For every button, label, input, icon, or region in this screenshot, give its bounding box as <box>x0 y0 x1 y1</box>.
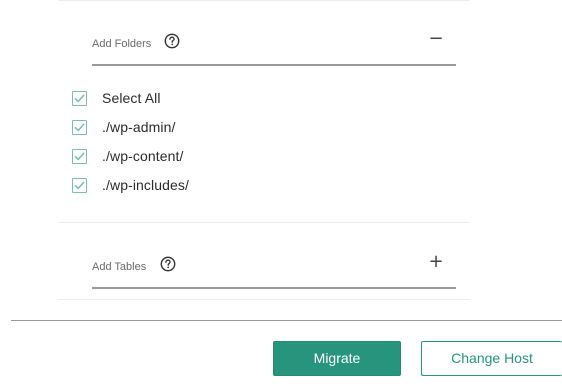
change-host-button[interactable]: Change Host <box>421 341 562 376</box>
checkbox-checked-icon[interactable] <box>72 148 87 164</box>
divider <box>58 299 470 300</box>
checkbox-label: ./wp-includes/ <box>102 177 189 193</box>
divider <box>58 0 470 1</box>
checkbox-wp-content[interactable]: ./wp-content/ <box>72 146 183 166</box>
footer-divider <box>11 320 562 321</box>
collapse-folders-button[interactable]: − <box>428 27 444 51</box>
checkbox-wp-admin[interactable]: ./wp-admin/ <box>72 117 175 137</box>
help-circle-icon[interactable] <box>160 256 176 272</box>
migrate-button[interactable]: Migrate <box>273 341 401 376</box>
checkbox-label: ./wp-admin/ <box>102 119 176 135</box>
folders-section-title: Add Folders <box>92 38 152 50</box>
tables-section-title: Add Tables <box>92 261 147 273</box>
checkbox-checked-icon[interactable] <box>72 90 87 106</box>
folders-section-header[interactable]: Add Folders − <box>92 28 456 66</box>
checkbox-label: Select All <box>102 90 161 106</box>
help-circle-icon[interactable] <box>164 33 180 49</box>
expand-tables-button[interactable]: + <box>428 250 444 274</box>
checkbox-wp-includes[interactable]: ./wp-includes/ <box>72 175 189 195</box>
checkbox-label: ./wp-content/ <box>102 148 184 164</box>
divider <box>58 222 470 223</box>
checkbox-checked-icon[interactable] <box>72 119 87 135</box>
tables-section-header[interactable]: Add Tables + <box>92 251 456 289</box>
migration-options-panel: Add Folders − Select All ./wp-admin/ ./w… <box>58 0 470 300</box>
checkbox-select-all[interactable]: Select All <box>72 88 161 108</box>
checkbox-checked-icon[interactable] <box>72 177 87 193</box>
